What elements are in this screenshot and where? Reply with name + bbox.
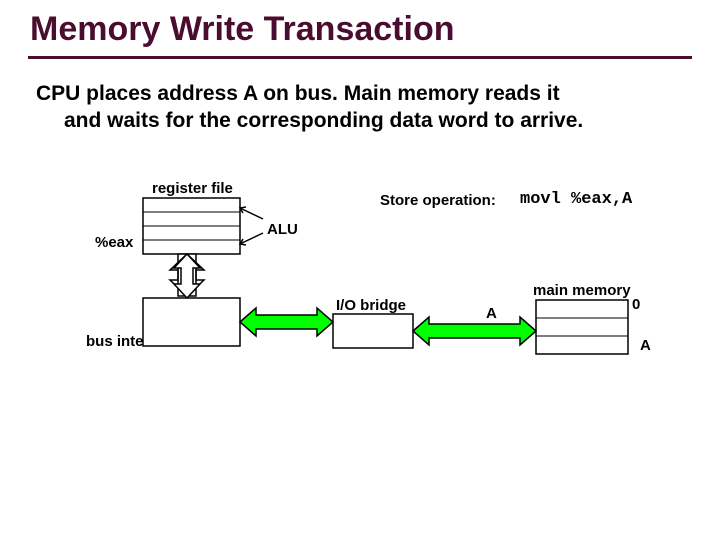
diagram-svg xyxy=(0,0,720,540)
mem-bus-arrow xyxy=(413,317,536,345)
regfile-alu-arrows xyxy=(240,207,263,245)
bus-interface-box xyxy=(143,298,240,346)
main-memory-box xyxy=(536,300,628,354)
cpu-bus-arrow xyxy=(240,308,333,336)
slide: Memory Write Transaction CPU places addr… xyxy=(0,0,720,540)
